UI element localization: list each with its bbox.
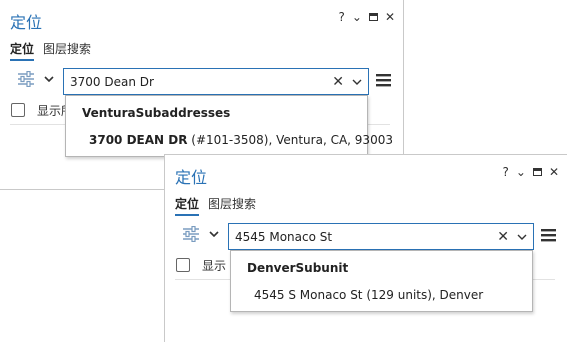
close-icon[interactable]: ✕	[385, 9, 395, 25]
suggestion-item[interactable]: 3700 DEAN DR (#101-3508), Ventura, CA, 9…	[89, 133, 393, 147]
tab-bar: 定位 图层搜索	[175, 195, 256, 216]
help-icon[interactable]: ?	[339, 9, 345, 25]
options-chevron-icon[interactable]: ⌄	[352, 9, 362, 25]
checkbox-label: 显示	[202, 259, 227, 273]
pane-title: 定位	[10, 13, 43, 32]
search-history-chevron-icon[interactable]	[352, 79, 362, 85]
suggestion-rest-text: 4545 S Monaco St (129 units), Denver	[254, 288, 484, 302]
tab-locate[interactable]: 定位	[175, 195, 200, 216]
show-all-checkbox[interactable]	[176, 258, 190, 272]
locator-group-header: DenverSubunit	[247, 261, 349, 275]
search-input[interactable]	[235, 229, 498, 244]
search-field[interactable]: ✕	[228, 223, 534, 250]
hamburger-menu-icon[interactable]	[376, 73, 391, 87]
suggestion-rest-text: (#101-3508), Ventura, CA, 93003	[187, 133, 393, 147]
tab-layer-search[interactable]: 图层搜索	[208, 195, 256, 216]
window-controls: ? ⌄ ✕	[339, 9, 396, 25]
suggestion-dropdown: VenturaSubaddresses 3700 DEAN DR (#101-3…	[65, 95, 393, 157]
maximize-icon[interactable]	[532, 168, 542, 176]
filter-dropdown-chevron-icon[interactable]	[44, 76, 54, 82]
sliders-icon[interactable]	[17, 71, 35, 87]
suggestion-dropdown: DenverSubunit 4545 S Monaco St (129 unit…	[230, 250, 533, 312]
locator-group-header: VenturaSubaddresses	[82, 106, 231, 120]
clear-x-icon[interactable]: ✕	[332, 74, 344, 90]
tab-layer-search[interactable]: 图层搜索	[43, 40, 91, 61]
sliders-icon[interactable]	[182, 226, 200, 242]
suggestion-match-text: 3700 DEAN DR	[89, 133, 188, 147]
close-icon[interactable]: ✕	[549, 164, 559, 180]
help-icon[interactable]: ?	[503, 164, 509, 180]
tab-bar: 定位 图层搜索	[10, 40, 91, 61]
suggestion-item[interactable]: 4545 S Monaco St (129 units), Denver	[254, 288, 483, 302]
filter-dropdown-chevron-icon[interactable]	[209, 231, 219, 237]
options-chevron-icon[interactable]: ⌄	[516, 164, 526, 180]
hamburger-menu-icon[interactable]	[541, 228, 556, 242]
tab-locate[interactable]: 定位	[10, 40, 35, 61]
clear-x-icon[interactable]: ✕	[497, 229, 509, 245]
search-field[interactable]: ✕	[63, 68, 369, 95]
search-input[interactable]	[70, 74, 333, 89]
show-all-checkbox[interactable]	[11, 103, 25, 117]
window-controls: ? ⌄ ✕	[503, 164, 560, 180]
search-history-chevron-icon[interactable]	[517, 234, 527, 240]
locate-pane: 定位 ? ⌄ ✕ 定位 图层搜索 ✕ 显示 DenverSubunit 4	[164, 154, 567, 342]
maximize-icon[interactable]	[368, 13, 378, 21]
pane-title: 定位	[175, 168, 208, 187]
